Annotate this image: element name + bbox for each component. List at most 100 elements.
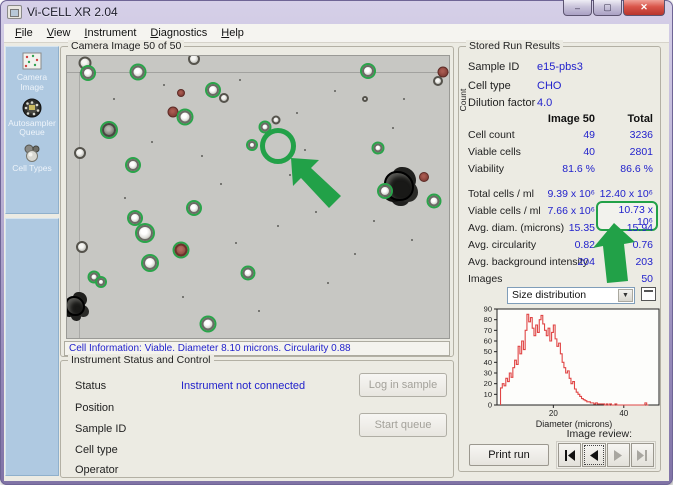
svg-text:30: 30 [484,369,492,378]
cell-plain [219,93,229,103]
log-in-sample-button[interactable]: Log in sample [359,373,447,397]
image-review-controls [556,441,656,469]
row-label: Images [468,273,502,285]
cell-plain [76,241,88,253]
cell-viable [137,225,153,241]
chevron-down-icon[interactable]: ▼ [618,289,633,302]
cell-viable [132,66,145,79]
dilution-factor-field-value: 4.0 [537,97,552,109]
sidebar-item-label: Cell Types [6,164,58,174]
debris-speck [304,149,306,151]
debris-speck [113,98,115,100]
debris-speck [220,183,222,185]
results-row: Viable cells402801 [459,146,660,162]
minimize-button[interactable]: – [563,0,592,16]
camera-image-group: Camera Image 50 of 50 Cell Information: … [60,46,454,357]
row-image50-value: 7.66 x 10⁶ [520,205,595,217]
sidebar-item-label: Autosampler Queue [6,119,58,139]
debris-speck [334,90,336,92]
maximize-button[interactable]: ▢ [593,0,622,16]
svg-text:20: 20 [484,379,492,388]
camera-image-icon [21,52,43,72]
debris-speck [235,242,237,244]
cell-viable [143,256,157,270]
app-icon [7,5,22,19]
column-image50: Image 50 [548,113,595,125]
svg-text:10: 10 [484,390,492,399]
debris-speck [151,141,153,143]
menu-instrument[interactable]: Instrument [77,25,143,41]
chart-popout-button[interactable] [641,287,656,301]
operator-label: Operator [75,464,118,476]
sidebar-item-cell-types[interactable]: Cell Types [6,138,58,174]
results-row: Viable cells / ml7.66 x 10⁶10.73 x 10⁶ [459,205,660,221]
row-label: Viable cells [468,146,521,158]
svg-text:0: 0 [488,401,492,410]
debris-speck [258,310,260,312]
instrument-group-title: Instrument Status and Control [68,354,214,366]
cell-viable [248,141,256,149]
sidebar-item-camera-image[interactable]: Camera Image [6,47,58,93]
cell-cluster [66,296,85,316]
svg-text:20: 20 [549,409,558,418]
row-total-value: 12.40 x 10⁶ [591,188,653,200]
cell-plain [362,96,368,102]
menu-diagnostics[interactable]: Diagnostics [143,25,214,41]
debris-speck [296,112,298,114]
cell-viable [82,67,94,79]
app-window: Vi-CELL XR 2.04 – ▢ ✕ FileViewInstrument… [0,0,673,485]
cell-type-field-label: Cell type [468,80,511,92]
results-row: Cell count493236 [459,129,660,145]
debris-speck [201,155,203,157]
debris-speck [277,225,279,227]
previous-image-button[interactable] [582,443,605,467]
row-image50-value: 40 [520,146,595,158]
cell-viable [178,111,191,124]
close-button[interactable]: ✕ [623,0,665,16]
cell-plain [272,116,281,125]
svg-text:70: 70 [484,326,492,335]
row-total-value: 2801 [591,146,653,158]
row-image50-value: 81.6 % [520,163,595,175]
print-run-button[interactable]: Print run [469,444,549,466]
cell-viable [188,202,200,214]
menu-view[interactable]: View [40,25,78,41]
cell-dead [419,172,429,182]
green-arrow-results-annotation [591,221,643,285]
cell-viable [97,278,105,286]
cell-plain [433,76,443,86]
cell-viable [373,144,382,153]
debris-speck [373,220,375,222]
window-title: Vi-CELL XR 2.04 [27,5,118,19]
title-bar: Vi-CELL XR 2.04 – ▢ ✕ [0,0,673,24]
menu-file[interactable]: File [8,25,40,41]
size-distribution-select[interactable]: Size distribution ▼ [507,287,635,304]
cell-dead-ring [175,244,188,257]
image-review-label: Image review: [567,428,632,440]
row-label: Cell count [468,129,515,141]
start-queue-button[interactable]: Start queue [359,413,447,437]
sidebar-item-autosampler-queue[interactable]: Autosampler Queue [6,93,58,139]
cell-type-label: Cell type [75,444,118,456]
row-image50-value: 49 [520,129,595,141]
cell-viable [129,212,141,224]
sample-id-field-value: e15-pbs3 [537,61,583,73]
menu-help[interactable]: Help [214,25,251,41]
cell-viable [207,84,219,96]
debris-speck [392,127,394,129]
dilution-factor-field-label: Dilution factor [468,97,535,109]
cell-viable [428,196,439,207]
debris-speck [163,84,165,86]
sidebar-icon-panel: Camera Image Autosampler Queue Cell Type… [5,46,59,214]
autosampler-queue-icon [21,98,43,118]
svg-text:40: 40 [484,358,492,367]
camera-group-title: Camera Image 50 of 50 [68,40,184,52]
first-image-button[interactable] [558,443,581,467]
last-image-button[interactable] [631,443,654,467]
row-label: Viability [468,163,504,175]
debris-speck [354,253,356,255]
next-image-button[interactable] [607,443,630,467]
results-group-title: Stored Run Results [466,40,563,52]
debris-speck [411,239,413,241]
debris-speck [403,98,405,100]
